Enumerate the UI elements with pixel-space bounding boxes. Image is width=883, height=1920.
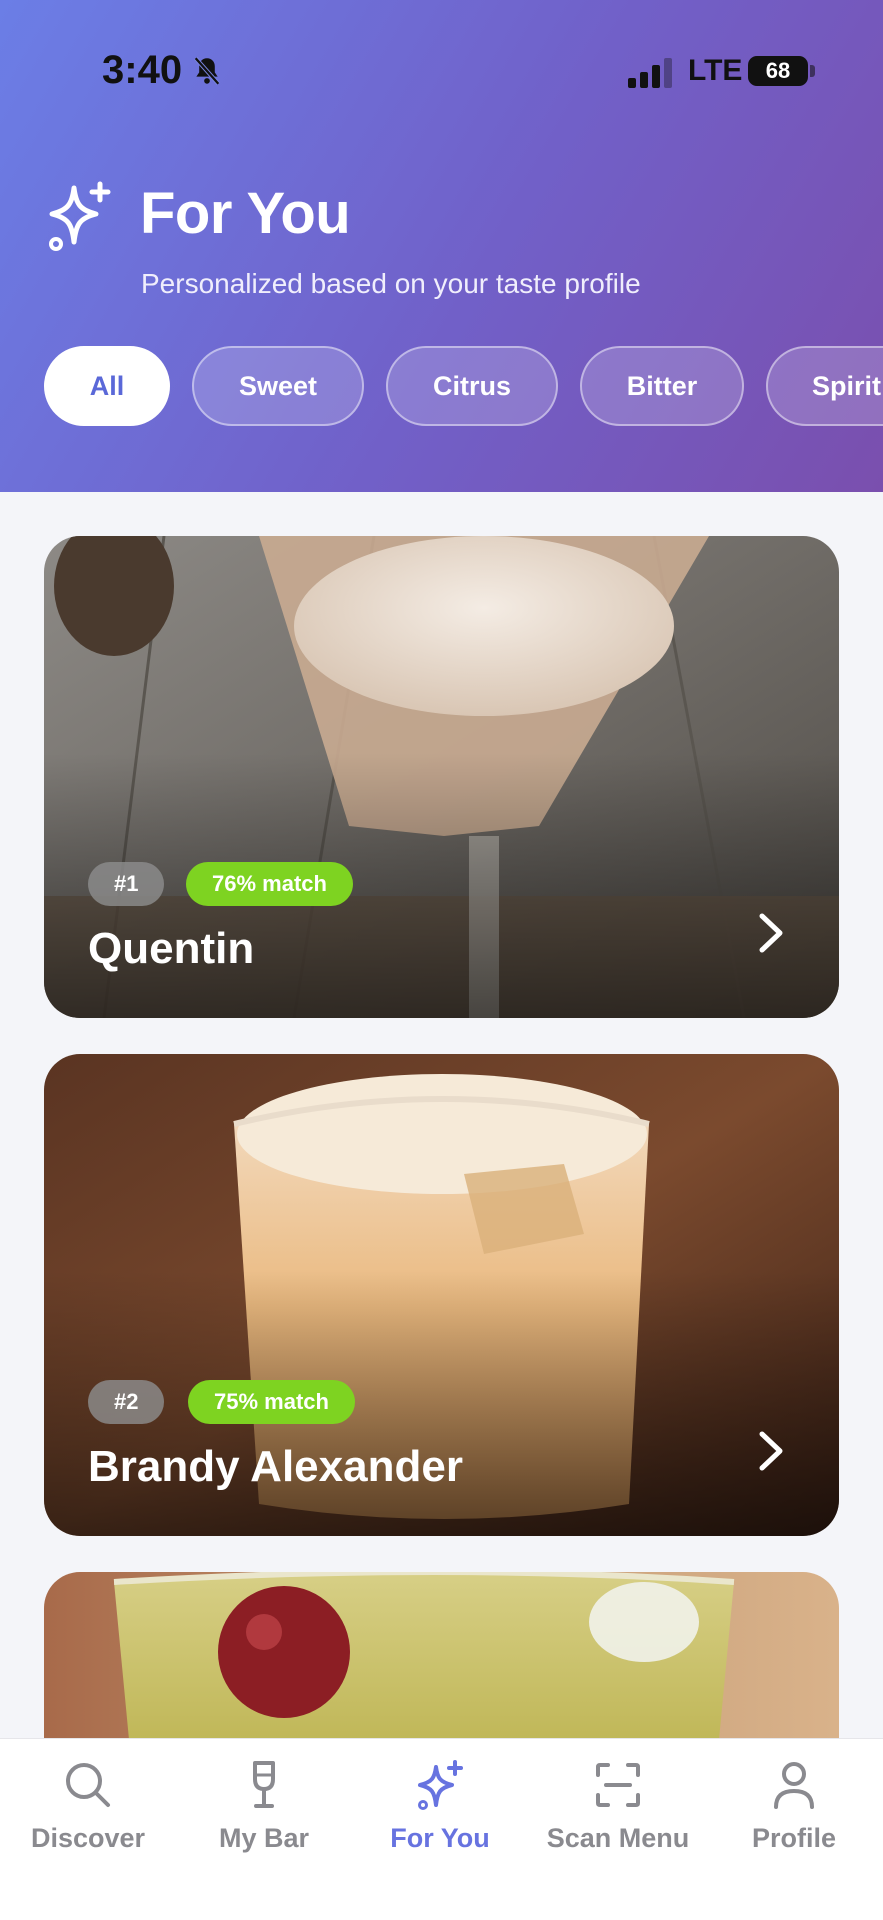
header: 3:40 LTE 68 For You Personalized based o…: [0, 0, 883, 492]
sparkles-icon: [49, 181, 111, 251]
sparkles-icon: [418, 1760, 463, 1810]
recommendation-card[interactable]: #1 76% match Quentin: [44, 536, 839, 1018]
network-type: LTE: [688, 54, 743, 87]
filter-chip-bitter[interactable]: Bitter: [580, 346, 744, 426]
wine-glass-icon: [253, 1761, 275, 1808]
scan-icon: [596, 1763, 640, 1807]
tab-profile[interactable]: Profile: [706, 1759, 882, 1869]
filter-chip-citrus[interactable]: Citrus: [386, 346, 558, 426]
filter-chip-sweet[interactable]: Sweet: [192, 346, 364, 426]
tab-my-bar[interactable]: My Bar: [176, 1759, 352, 1869]
tab-for-you[interactable]: For You: [352, 1759, 528, 1869]
status-time: 3:40: [102, 48, 183, 92]
bell-muted-icon: [194, 56, 220, 86]
page-title: For You: [140, 181, 351, 246]
filter-chip-all[interactable]: All: [44, 346, 170, 426]
chevron-right-icon[interactable]: [754, 908, 790, 958]
signal-icon: [628, 58, 672, 88]
tab-label: Discover: [30, 1823, 146, 1853]
battery-tip: [810, 65, 815, 77]
tab-label: Scan Menu: [546, 1823, 690, 1853]
cocktail-name: Quentin: [88, 924, 255, 973]
cocktail-name: Brandy Alexander: [88, 1442, 463, 1491]
status-bar: 3:40 LTE 68: [0, 0, 883, 140]
rank-badge: #1: [88, 862, 165, 906]
tab-bar: Discover My Bar For You Scan Menu Profil…: [0, 1738, 883, 1920]
tab-label: My Bar: [218, 1823, 310, 1853]
tab-scan-menu[interactable]: Scan Menu: [530, 1759, 706, 1869]
page-subtitle: Personalized based on your taste profile: [141, 268, 641, 299]
battery-indicator: 68: [748, 56, 808, 86]
rank-badge: #2: [88, 1380, 165, 1424]
tab-label: For You: [390, 1823, 490, 1853]
match-badge: 75% match: [188, 1380, 355, 1424]
tab-discover[interactable]: Discover: [0, 1759, 176, 1869]
recommendation-card[interactable]: #2 75% match Brandy Alexander: [44, 1054, 839, 1536]
search-icon: [66, 1763, 110, 1807]
person-icon: [774, 1762, 814, 1809]
match-badge: 76% match: [186, 862, 353, 906]
tab-label: Profile: [751, 1823, 837, 1853]
filter-chip-spirit[interactable]: Spirit: [766, 346, 883, 426]
chevron-right-icon[interactable]: [754, 1426, 790, 1476]
filter-chips: All Sweet Citrus Bitter Spirit: [44, 346, 883, 426]
